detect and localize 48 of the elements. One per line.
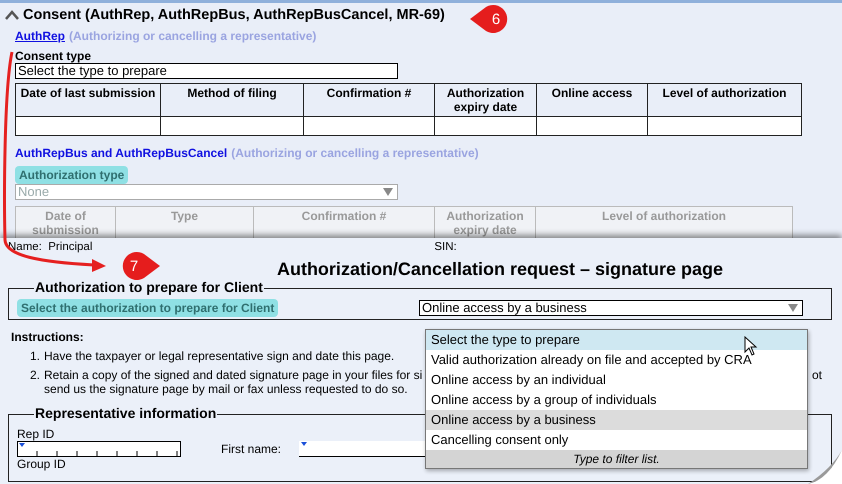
field-label: Rep ID bbox=[17, 427, 56, 441]
filter-hint: Type to filter list. bbox=[426, 450, 807, 468]
field-label: First name: bbox=[221, 442, 282, 456]
column-header: Authorization expiry date bbox=[434, 206, 536, 238]
column-header: Method of filing bbox=[160, 84, 304, 116]
caret-icon bbox=[788, 304, 798, 312]
field-label: Authorization type bbox=[15, 166, 128, 184]
field-label: Select the authorization to prepare for Client bbox=[17, 299, 278, 317]
instructions-heading: Instructions: bbox=[11, 330, 84, 344]
dropdown-option[interactable]: Cancelling consent only bbox=[426, 430, 807, 450]
collapse-chevron-icon[interactable] bbox=[4, 9, 20, 21]
column-header: Authorization expiry date bbox=[434, 84, 536, 116]
column-header: Type bbox=[116, 206, 254, 238]
page-title: Authorization/Cancellation request – signature page bbox=[276, 259, 724, 280]
instruction-text: Have the taxpayer or legal representative sign and date this page. bbox=[44, 349, 394, 363]
section-note: (Authorizing or cancelling a representative) bbox=[231, 146, 479, 160]
sin-label: SIN: bbox=[434, 241, 457, 253]
column-header: Level of authorization bbox=[536, 206, 792, 238]
column-header: Online access bbox=[536, 84, 648, 116]
consent-type-field[interactable]: Select the type to prepare bbox=[15, 63, 398, 79]
group-legend: Authorization to prepare for Client bbox=[34, 279, 264, 295]
authorization-dropdown[interactable]: Online access by a business bbox=[419, 300, 803, 316]
rep-id-field[interactable] bbox=[17, 441, 181, 457]
column-header: Date of submission bbox=[16, 206, 116, 238]
page-curl-icon bbox=[808, 450, 842, 484]
column-header: Level of authorization bbox=[648, 84, 802, 116]
instruction-text: ot bbox=[812, 368, 822, 382]
instruction-text: send us the signature page by mail or fax unless requested to do so. bbox=[44, 382, 408, 396]
field-label: Consent type bbox=[15, 49, 92, 63]
column-header: Date of last submission bbox=[16, 84, 160, 116]
dropdown-option[interactable]: Online access by a business bbox=[426, 410, 807, 430]
dropdown-option[interactable]: Online access by an individual bbox=[426, 370, 807, 390]
instruction-text: Retain a copy of the signed and dated signature page in your files for si bbox=[44, 368, 422, 382]
group-legend: Representative information bbox=[34, 405, 218, 421]
section-note: (Authorizing or cancelling a representative) bbox=[69, 29, 316, 43]
mouse-cursor-icon bbox=[744, 336, 758, 356]
section-title: Consent (AuthRep, AuthRepBus, AuthRepBusCancel, MR-69) bbox=[23, 7, 445, 23]
column-header: Confirmation # bbox=[304, 84, 434, 116]
dropdown-option[interactable]: Select the type to prepare bbox=[426, 330, 807, 350]
item-number: 2. bbox=[30, 368, 40, 384]
column-header: Confirmation # bbox=[254, 206, 434, 238]
item-number: 1. bbox=[30, 349, 40, 363]
dropdown-option[interactable]: Online access by a group of individuals bbox=[426, 390, 807, 410]
name-label: Name: Principal bbox=[8, 241, 92, 253]
field-label: Group ID bbox=[17, 457, 67, 471]
authrep-link[interactable]: AuthRep bbox=[15, 29, 65, 43]
caret-icon bbox=[383, 188, 393, 196]
dropdown-option[interactable]: Valid authorization already on file and accepted by CRA bbox=[426, 350, 807, 370]
